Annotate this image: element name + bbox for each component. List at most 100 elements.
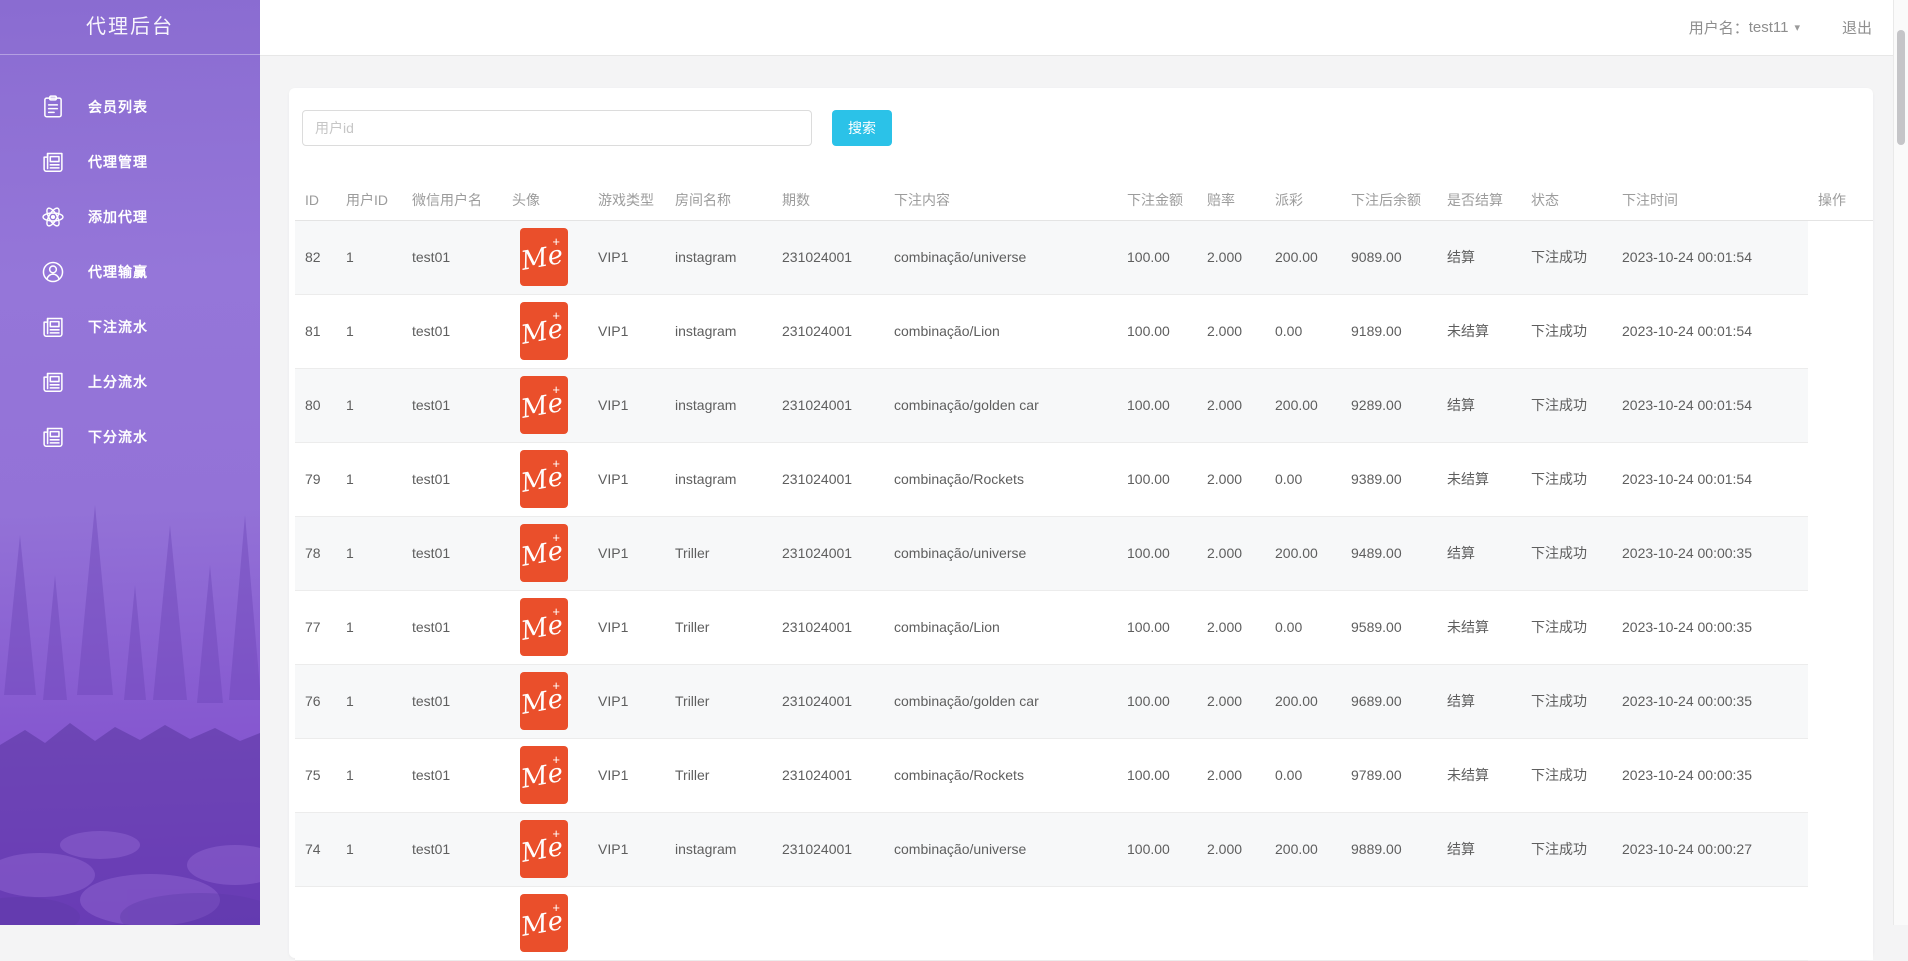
- cell-content: combinação/Lion: [884, 590, 1117, 664]
- cell-balance: 9689.00: [1341, 664, 1437, 738]
- cell-period: 231024001: [772, 368, 884, 442]
- cell-amount: 100.00: [1117, 590, 1197, 664]
- column-header: 游戏类型: [588, 181, 665, 220]
- cell-payout: [1265, 886, 1341, 960]
- cell-balance: 9389.00: [1341, 442, 1437, 516]
- cell-game_type: VIP1: [588, 442, 665, 516]
- cell-user_id: 1: [336, 812, 402, 886]
- cell-balance: 9489.00: [1341, 516, 1437, 590]
- sidebar-item-label: 下注流水: [88, 317, 148, 337]
- cell-room: instagram: [665, 294, 772, 368]
- avatar-image: Me+: [520, 746, 568, 804]
- sidebar-item-1[interactable]: 会员列表: [0, 79, 260, 134]
- sidebar-item-5[interactable]: 下注流水: [0, 299, 260, 354]
- cell-wechat_name: test01: [402, 220, 502, 294]
- cell-wechat_name: test01: [402, 442, 502, 516]
- cell-status: 下注成功: [1521, 294, 1612, 368]
- sidebar-item-7[interactable]: 下分流水: [0, 409, 260, 464]
- cell-payout: 200.00: [1265, 812, 1341, 886]
- logout-button[interactable]: 退出: [1842, 17, 1872, 38]
- search-input[interactable]: [302, 110, 812, 146]
- cell-id: [295, 886, 336, 960]
- cell-payout: 200.00: [1265, 220, 1341, 294]
- cell-room: Triller: [665, 590, 772, 664]
- cell-status: 下注成功: [1521, 812, 1612, 886]
- cell-content: combinação/golden car: [884, 368, 1117, 442]
- news-icon: [40, 424, 66, 450]
- table-row: 761test01Me+VIP1Triller231024001combinaç…: [295, 664, 1873, 738]
- op-cell: [1808, 590, 1873, 664]
- op-cell: [1808, 664, 1873, 738]
- sidebar-item-label: 代理输赢: [88, 262, 148, 282]
- cell-wechat_name: test01: [402, 368, 502, 442]
- cell-status: 下注成功: [1521, 664, 1612, 738]
- content-card: 搜索 ID用户ID微信用户名头像游戏类型房间名称期数下注内容下注金额赔率派彩下注…: [289, 88, 1873, 958]
- cell-time: 2023-10-24 00:00:35: [1612, 664, 1808, 738]
- sidebar-menu: 会员列表代理管理添加代理代理输赢下注流水上分流水下分流水: [0, 79, 260, 464]
- cell-odds: 2.000: [1197, 590, 1265, 664]
- table-header-row: ID用户ID微信用户名头像游戏类型房间名称期数下注内容下注金额赔率派彩下注后余额…: [295, 181, 1873, 220]
- op-cell: [1808, 886, 1873, 960]
- cell-settled: 结算: [1437, 368, 1521, 442]
- app-title: 代理后台: [0, 0, 260, 55]
- cell-time: 2023-10-24 00:00:27: [1612, 812, 1808, 886]
- cell-odds: 2.000: [1197, 442, 1265, 516]
- cell-period: 231024001: [772, 516, 884, 590]
- scrollbar-thumb[interactable]: [1897, 30, 1905, 145]
- cell-amount: 100.00: [1117, 294, 1197, 368]
- cell-balance: 9789.00: [1341, 738, 1437, 812]
- cell-room: instagram: [665, 442, 772, 516]
- column-header: 期数: [772, 181, 884, 220]
- cell-wechat_name: test01: [402, 664, 502, 738]
- avatar-plus-glyph: +: [552, 234, 560, 249]
- cell-period: [772, 886, 884, 960]
- cell-time: 2023-10-24 00:00:35: [1612, 590, 1808, 664]
- cell-balance: 9289.00: [1341, 368, 1437, 442]
- chevron-down-icon: ▾: [1794, 21, 1800, 34]
- cell-period: 231024001: [772, 738, 884, 812]
- cell-game_type: [588, 886, 665, 960]
- avatar-cell: Me+: [502, 220, 588, 294]
- avatar-plus-glyph: +: [552, 678, 560, 693]
- cell-room: Triller: [665, 738, 772, 812]
- cell-user_id: 1: [336, 442, 402, 516]
- avatar-plus-glyph: +: [552, 752, 560, 767]
- cell-odds: 2.000: [1197, 294, 1265, 368]
- search-button[interactable]: 搜索: [832, 110, 892, 146]
- cell-odds: 2.000: [1197, 664, 1265, 738]
- sidebar-item-2[interactable]: 代理管理: [0, 134, 260, 189]
- search-bar: 搜索: [289, 88, 1873, 146]
- cell-id: 82: [295, 220, 336, 294]
- cell-user_id: [336, 886, 402, 960]
- cell-balance: 9589.00: [1341, 590, 1437, 664]
- sidebar-item-3[interactable]: 添加代理: [0, 189, 260, 244]
- cell-status: [1521, 886, 1612, 960]
- cell-time: 2023-10-24 00:00:35: [1612, 516, 1808, 590]
- avatar-image: Me+: [520, 450, 568, 508]
- sidebar-item-label: 代理管理: [88, 152, 148, 172]
- cell-odds: [1197, 886, 1265, 960]
- cell-room: instagram: [665, 368, 772, 442]
- cell-content: combinação/universe: [884, 516, 1117, 590]
- avatar-image: Me+: [520, 302, 568, 360]
- username-dropdown[interactable]: 用户名：test11 ▾: [1689, 17, 1800, 38]
- sidebar-item-6[interactable]: 上分流水: [0, 354, 260, 409]
- cell-payout: 0.00: [1265, 294, 1341, 368]
- cell-period: 231024001: [772, 812, 884, 886]
- column-header: 赔率: [1197, 181, 1265, 220]
- column-header: 下注金额: [1117, 181, 1197, 220]
- cell-settled: 结算: [1437, 220, 1521, 294]
- cell-user_id: 1: [336, 664, 402, 738]
- cell-user_id: 1: [336, 294, 402, 368]
- cell-odds: 2.000: [1197, 812, 1265, 886]
- cell-balance: 9189.00: [1341, 294, 1437, 368]
- cell-id: 79: [295, 442, 336, 516]
- avatar-cell: Me+: [502, 590, 588, 664]
- cell-room: Triller: [665, 664, 772, 738]
- cell-payout: 0.00: [1265, 738, 1341, 812]
- cell-id: 80: [295, 368, 336, 442]
- avatar-image: Me+: [520, 524, 568, 582]
- avatar-image: Me+: [520, 672, 568, 730]
- sidebar-item-4[interactable]: 代理输赢: [0, 244, 260, 299]
- cell-settled: [1437, 886, 1521, 960]
